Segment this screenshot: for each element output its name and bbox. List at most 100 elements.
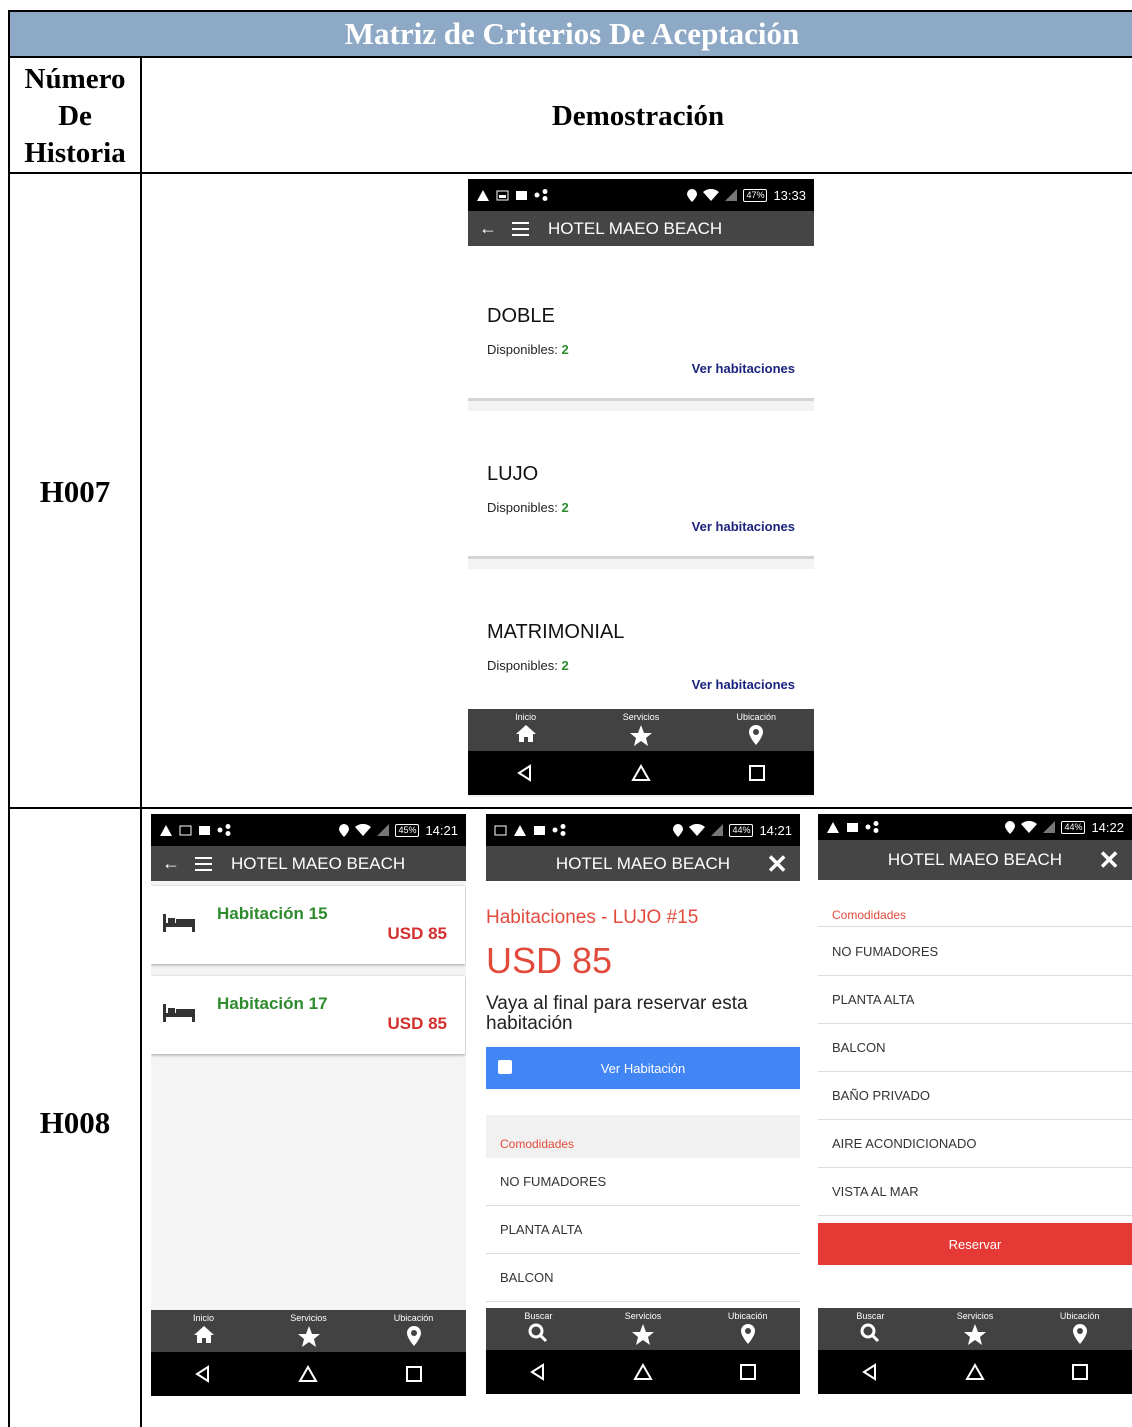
home-circle-icon[interactable] [965, 1363, 985, 1381]
nav-search[interactable]: Buscar [493, 1308, 583, 1343]
room-price: USD 85 [486, 940, 613, 981]
nav-services[interactable]: Servicios [596, 709, 686, 746]
phone-room-types: 47% 13:33 ← HOTEL MAEO BEACH DOBLE Dispo… [468, 179, 814, 797]
home-icon [193, 1326, 214, 1343]
back-arrow-icon[interactable]: ← [468, 218, 508, 239]
warning-icon [514, 824, 526, 836]
navigation-footer: Buscar Servicios Ubicación [486, 1308, 800, 1394]
star-icon [963, 1324, 986, 1345]
location-pin-icon [673, 823, 684, 837]
nav-services[interactable]: Servicios [598, 1308, 688, 1345]
system-nav-bar [151, 1352, 466, 1396]
back-triangle-icon[interactable] [861, 1363, 879, 1381]
room-type-name: LUJO [487, 463, 539, 485]
app-title: HOTEL MAEO BEACH [555, 853, 731, 873]
home-circle-icon[interactable] [298, 1365, 319, 1383]
room-type-card: MATRIMONIAL Disponibles: 2 Ver habitacio… [468, 569, 814, 709]
amenity-item: NO FUMADORES [818, 928, 1132, 976]
menu-icon[interactable] [508, 221, 538, 236]
recents-square-icon[interactable] [748, 764, 766, 782]
nav-location[interactable]: Ubicación [711, 709, 801, 746]
home-circle-icon[interactable] [631, 764, 651, 782]
view-room-label: Ver Habitación [600, 1060, 686, 1076]
recents-square-icon[interactable] [739, 1363, 757, 1381]
home-circle-icon[interactable] [633, 1363, 653, 1381]
close-icon[interactable]: ✕ [1098, 845, 1120, 876]
location-pin-icon [406, 1326, 421, 1346]
row-divider [10, 807, 1132, 809]
reserve-note: Vaya al final para reservar esta habitac… [486, 993, 748, 1034]
availability-text: Disponibles: 2 [487, 500, 569, 515]
room-type-card: LUJO Disponibles: 2 Ver habitaciones [468, 411, 814, 559]
signal-icon [725, 189, 738, 201]
status-time: 14:21 [425, 822, 458, 838]
back-arrow-icon[interactable]: ← [151, 853, 191, 874]
app-bar: ← HOTEL MAEO BEACH [468, 211, 814, 246]
view-rooms-link[interactable]: Ver habitaciones [692, 519, 795, 534]
location-pin-icon [749, 725, 764, 745]
wifi-icon [355, 824, 372, 836]
room-card[interactable]: Habitación 15 USD 85 [151, 886, 465, 964]
close-icon[interactable]: ✕ [766, 849, 788, 880]
system-nav-bar [818, 1350, 1132, 1394]
battery-indicator: 47% [743, 188, 768, 202]
warning-icon [160, 824, 172, 836]
bed-icon [163, 1004, 195, 1022]
location-pin-icon [339, 823, 350, 837]
status-time: 13:33 [773, 187, 806, 203]
home-icon [515, 725, 536, 742]
bottom-nav: Inicio Servicios Ubicación [151, 1310, 466, 1352]
share-icon [552, 824, 566, 836]
amenities-title: Comodidades [486, 1115, 800, 1158]
room-card[interactable]: Habitación 17 USD 85 [151, 976, 465, 1054]
view-rooms-link[interactable]: Ver habitaciones [692, 361, 795, 376]
location-pin-icon [740, 1324, 755, 1344]
battery-indicator: 45% [395, 823, 420, 837]
header-demonstration: Demostración [551, 99, 725, 132]
amenities-title: Comodidades [818, 884, 1132, 927]
room-section-title: Habitaciones - LUJO #15 [486, 907, 699, 928]
bed-icon [163, 914, 195, 932]
nav-services[interactable]: Servicios [264, 1310, 354, 1347]
nav-search[interactable]: Buscar [825, 1308, 915, 1343]
amenity-item: BALCON [818, 1024, 1132, 1072]
availability-text: Disponibles: 2 [487, 342, 569, 357]
back-triangle-icon[interactable] [529, 1363, 547, 1381]
wifi-icon [703, 189, 720, 201]
bottom-nav: Buscar Servicios Ubicación [818, 1308, 1132, 1350]
share-icon [217, 824, 231, 836]
nav-location[interactable]: Ubicación [703, 1308, 793, 1345]
amenity-item: AIRE ACONDICIONADO [818, 1120, 1132, 1168]
back-triangle-icon[interactable] [194, 1365, 212, 1383]
share-icon [534, 189, 548, 201]
room-price: USD 85 [387, 1014, 447, 1033]
nav-home[interactable]: Inicio [481, 709, 571, 742]
warning-icon [827, 821, 839, 833]
view-rooms-link[interactable]: Ver habitaciones [692, 677, 795, 692]
nav-services[interactable]: Servicios [930, 1308, 1020, 1345]
nav-location[interactable]: Ubicación [369, 1310, 459, 1347]
room-type-card: DOBLE Disponibles: 2 Ver habitaciones [468, 246, 814, 401]
recents-square-icon[interactable] [1071, 1363, 1089, 1381]
signal-icon [1043, 821, 1056, 833]
story-id-h008: H008 [39, 1105, 111, 1140]
status-bar: 47% 13:33 [468, 179, 814, 211]
fc-icon [847, 822, 858, 832]
view-room-button[interactable]: Ver Habitación [486, 1047, 800, 1089]
phone-room-detail: 44% 14:21 HOTEL MAEO BEACH ✕ Habitacione… [486, 814, 800, 1394]
back-triangle-icon[interactable] [516, 764, 534, 782]
search-icon [528, 1323, 548, 1343]
column-divider [140, 58, 142, 1427]
status-time: 14:22 [1091, 819, 1124, 835]
menu-icon[interactable] [191, 856, 221, 871]
recents-square-icon[interactable] [405, 1365, 423, 1383]
reserve-button[interactable]: Reservar [818, 1223, 1132, 1265]
star-icon [629, 725, 652, 746]
image-icon [496, 190, 509, 200]
matrix-title: Matriz de Criterios De Aceptación [10, 12, 1132, 58]
location-pin-icon [687, 188, 698, 202]
battery-indicator: 44% [729, 823, 754, 837]
nav-location[interactable]: Ubicación [1035, 1308, 1125, 1345]
nav-home[interactable]: Inicio [159, 1310, 249, 1343]
app-title: HOTEL MAEO BEACH [887, 850, 1063, 869]
